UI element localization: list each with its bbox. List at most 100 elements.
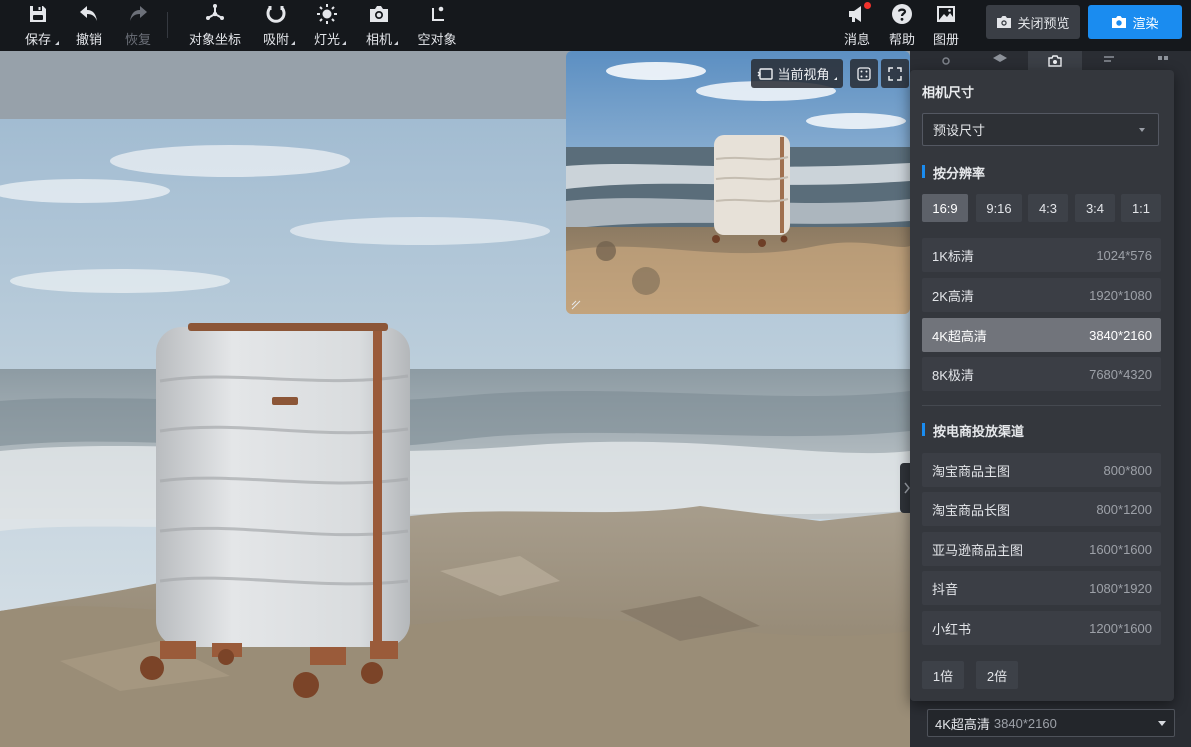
by-resolution-heading: 按分辨率 <box>922 163 985 182</box>
channel-taobao-main[interactable]: 淘宝商品主图 800*800 <box>922 453 1161 487</box>
channel-size: 1080*1920 <box>1089 580 1152 596</box>
camera-render-icon <box>1112 16 1127 28</box>
empty-object-icon <box>426 3 448 25</box>
axis-icon <box>204 3 226 25</box>
tab-lighting-icon[interactable] <box>919 51 973 71</box>
resolution-name: 1K标清 <box>932 248 974 264</box>
sun-outline-icon <box>942 57 950 65</box>
snap-label: 吸附 <box>262 32 289 47</box>
tab-grid[interactable] <box>1136 51 1190 71</box>
render-label: 渲染 <box>1132 15 1159 31</box>
channel-size: 1600*1600 <box>1089 541 1152 557</box>
tab-material[interactable] <box>973 51 1027 71</box>
sun-icon <box>316 3 338 25</box>
channel-size: 800*1200 <box>1096 501 1152 517</box>
list-icon <box>1104 56 1114 62</box>
save-button[interactable]: 保存 <box>22 2 59 48</box>
render-button[interactable]: 渲染 <box>1088 5 1182 39</box>
resolution-size: 7680*4320 <box>1089 366 1152 382</box>
ratio-9-16[interactable]: 9:16 <box>976 194 1022 222</box>
current-view-label: 当前视角 <box>777 67 830 82</box>
by-channel-heading: 按电商投放渠道 <box>922 421 1024 440</box>
lighting-label: 灯光 <box>313 32 340 47</box>
top-toolbar: 保存 撤销 恢复 对象坐标 吸附 灯光 相机 空对象 消息 帮助 图册 关闭预览… <box>0 0 1191 51</box>
channel-name: 淘宝商品长图 <box>932 502 1011 518</box>
save-label: 保存 <box>24 32 51 47</box>
object-coords-label: 对象坐标 <box>188 32 241 47</box>
fullscreen-button[interactable] <box>881 59 909 88</box>
camera-preview-window[interactable] <box>566 51 910 314</box>
camera-icon <box>368 3 390 25</box>
resolution-select-size: 3840*2160 <box>993 715 1057 731</box>
ratio-1-1[interactable]: 1:1 <box>1121 194 1161 222</box>
messages-button[interactable]: 消息 <box>843 2 871 48</box>
snap-button[interactable]: 吸附 <box>262 2 295 48</box>
messages-label: 消息 <box>843 32 870 47</box>
preview-render <box>566 51 910 314</box>
dice-button[interactable] <box>850 59 878 88</box>
lighting-button[interactable]: 灯光 <box>313 2 346 48</box>
camera-label: 相机 <box>365 32 392 47</box>
camera-button[interactable]: 相机 <box>365 2 398 48</box>
resolution-8k[interactable]: 8K极清 7680*4320 <box>922 357 1161 391</box>
undo-button[interactable]: 撤销 <box>75 2 103 48</box>
preset-size-select[interactable]: 预设尺寸 <box>922 113 1159 146</box>
object-coords-button[interactable]: 对象坐标 <box>187 2 243 48</box>
resolution-select[interactable]: 4K超高清 3840*2160 <box>927 709 1175 737</box>
resolution-size: 1024*576 <box>1096 247 1152 263</box>
section-divider <box>922 405 1161 406</box>
resolution-name: 4K超高清 <box>932 328 987 344</box>
redo-label: 恢复 <box>124 32 151 47</box>
close-preview-button[interactable]: 关闭预览 <box>986 5 1080 39</box>
image-icon <box>935 3 957 25</box>
current-view-button[interactable]: 当前视角 <box>751 59 843 88</box>
dice-icon <box>857 66 871 81</box>
resolution-size: 3840*2160 <box>1089 327 1152 343</box>
channel-name: 抖音 <box>932 581 959 597</box>
preset-size-label: 预设尺寸 <box>933 123 986 138</box>
camera-size-title: 相机尺寸 <box>922 85 975 100</box>
channel-douyin[interactable]: 抖音 1080*1920 <box>922 571 1161 605</box>
ratio-4-3[interactable]: 4:3 <box>1028 194 1068 222</box>
empty-object-button[interactable]: 空对象 <box>416 2 458 48</box>
view-icon <box>757 67 774 80</box>
resolution-2k[interactable]: 2K高清 1920*1080 <box>922 278 1161 312</box>
channel-amazon-main[interactable]: 亚马逊商品主图 1600*1600 <box>922 532 1161 566</box>
empty-object-label: 空对象 <box>417 32 457 47</box>
redo-button[interactable]: 恢复 <box>124 2 152 48</box>
resolution-4k[interactable]: 4K超高清 3840*2160 <box>922 318 1161 352</box>
channel-name: 亚马逊商品主图 <box>932 542 1024 558</box>
ratio-3-4[interactable]: 3:4 <box>1075 194 1115 222</box>
multiplier-1x-button[interactable]: 1倍 <box>922 661 964 689</box>
cube-icon <box>993 54 1007 62</box>
save-icon <box>27 3 49 25</box>
tab-camera[interactable] <box>1028 51 1082 71</box>
redo-icon <box>127 3 149 25</box>
channel-name: 淘宝商品主图 <box>932 463 1011 479</box>
chevron-down-icon <box>1139 128 1145 132</box>
channel-taobao-long[interactable]: 淘宝商品长图 800*1200 <box>922 492 1161 526</box>
album-button[interactable]: 图册 <box>932 2 960 48</box>
camera-small-icon <box>997 16 1012 28</box>
resolution-select-label: 4K超高清 <box>935 716 990 732</box>
ratio-16-9[interactable]: 16:9 <box>922 194 968 222</box>
undo-icon <box>78 3 100 25</box>
tab-layers[interactable] <box>1082 51 1136 71</box>
album-label: 图册 <box>932 32 959 47</box>
camera-tab-icon <box>1048 55 1062 67</box>
grid-icon <box>1158 56 1168 60</box>
chevron-down-icon <box>1158 721 1166 726</box>
help-button[interactable]: 帮助 <box>888 2 916 48</box>
close-preview-label: 关闭预览 <box>1017 15 1070 31</box>
resolution-name: 2K高清 <box>932 288 974 304</box>
undo-label: 撤销 <box>75 32 102 47</box>
fullscreen-icon <box>888 66 902 81</box>
resolution-name: 8K极清 <box>932 367 974 383</box>
channel-xiaohongshu[interactable]: 小红书 1200*1600 <box>922 611 1161 645</box>
resolution-1k[interactable]: 1K标清 1024*576 <box>922 238 1161 272</box>
toolbar-divider <box>167 12 168 38</box>
multiplier-2x-button[interactable]: 2倍 <box>976 661 1018 689</box>
speaker-icon <box>846 2 871 25</box>
help-icon <box>891 3 913 25</box>
channel-name: 小红书 <box>932 621 972 637</box>
